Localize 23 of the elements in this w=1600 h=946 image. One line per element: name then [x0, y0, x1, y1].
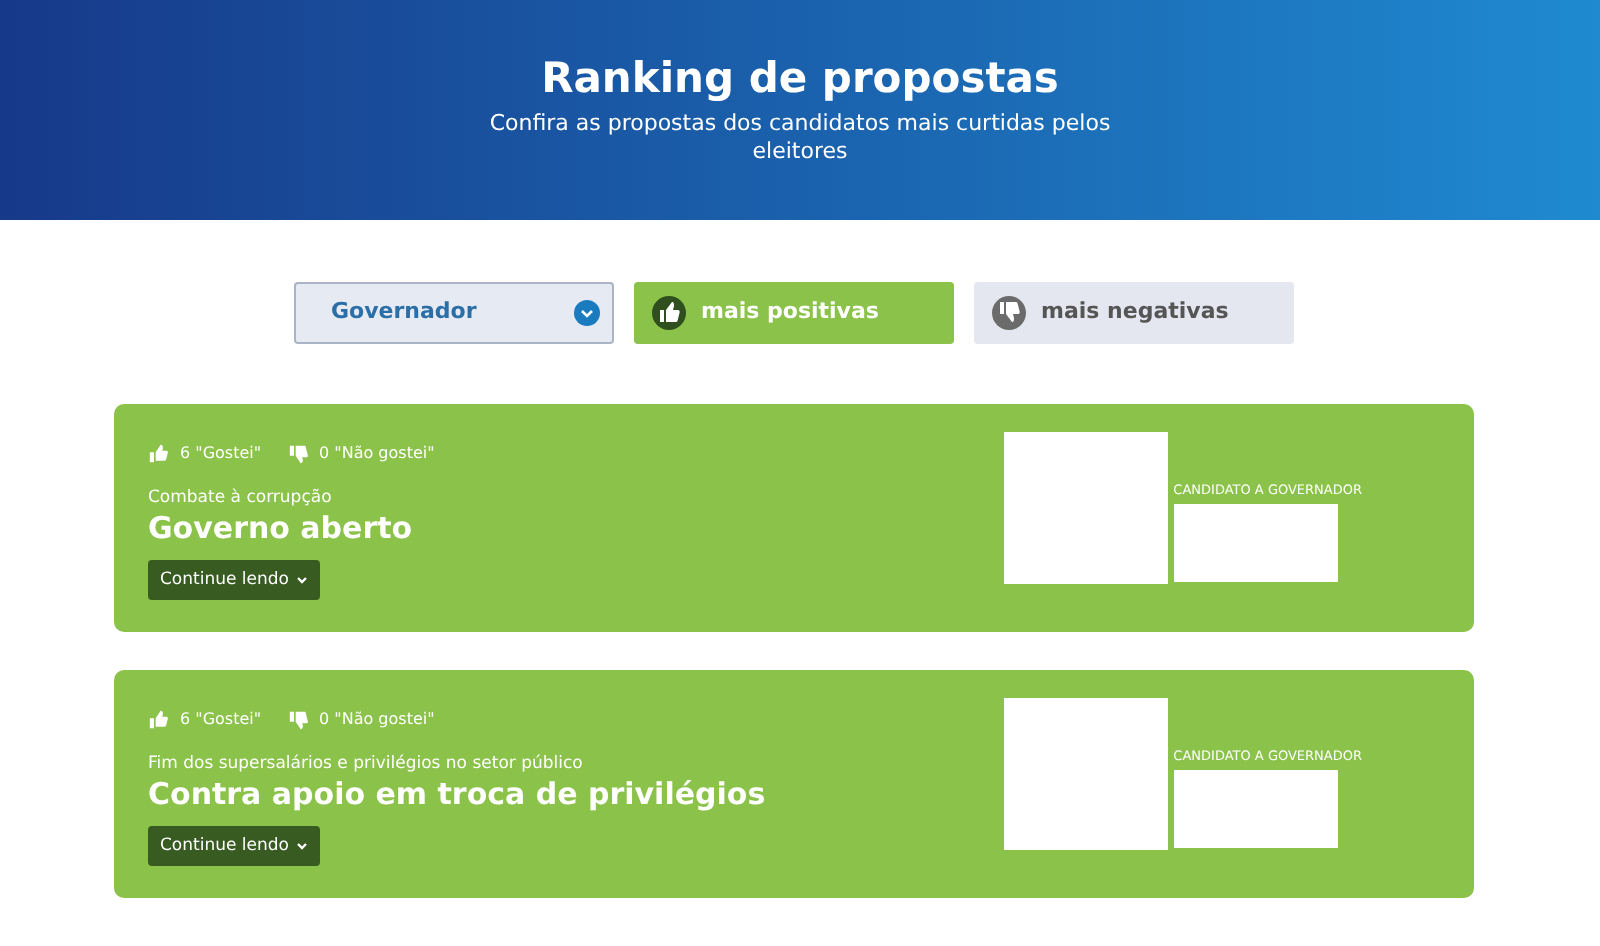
- proposal-title: Contra apoio em troca de privilégios: [148, 776, 766, 814]
- thumbs-up-icon[interactable]: [148, 710, 170, 730]
- page-title: Ranking de propostas: [541, 52, 1059, 106]
- proposal-category: Combate à corrupção: [148, 488, 334, 510]
- continue-reading-button[interactable]: Continue lendo: [148, 826, 319, 866]
- position-select[interactable]: Governador: [293, 282, 613, 344]
- like-count: 6 "Gostei": [180, 708, 262, 732]
- proposal-category: Fim dos supersalários e privilégios no setor público: [148, 754, 585, 776]
- thumbs-down-icon: [991, 296, 1025, 330]
- like-count: 6 "Gostei": [180, 442, 262, 466]
- thumbs-up-icon[interactable]: [148, 444, 170, 464]
- page-subtitle: Confira as propostas dos candidatos mais curtidas pelos eleitores: [487, 110, 1113, 166]
- chevron-down-icon: [295, 842, 307, 850]
- thumbs-down-icon[interactable]: [287, 444, 310, 464]
- proposal-title: Governo aberto: [148, 510, 415, 548]
- continue-reading-button[interactable]: Continue lendo: [148, 560, 319, 600]
- chevron-down-icon: [573, 300, 599, 326]
- most-negative-tab[interactable]: mais negativas: [973, 282, 1293, 344]
- thumbs-down-icon[interactable]: [287, 710, 310, 730]
- thumbs-up-icon: [651, 296, 685, 330]
- dislike-count: 0 "Não gostei": [319, 442, 435, 466]
- dislike-count: 0 "Não gostei": [319, 708, 435, 732]
- chevron-down-icon: [295, 576, 307, 584]
